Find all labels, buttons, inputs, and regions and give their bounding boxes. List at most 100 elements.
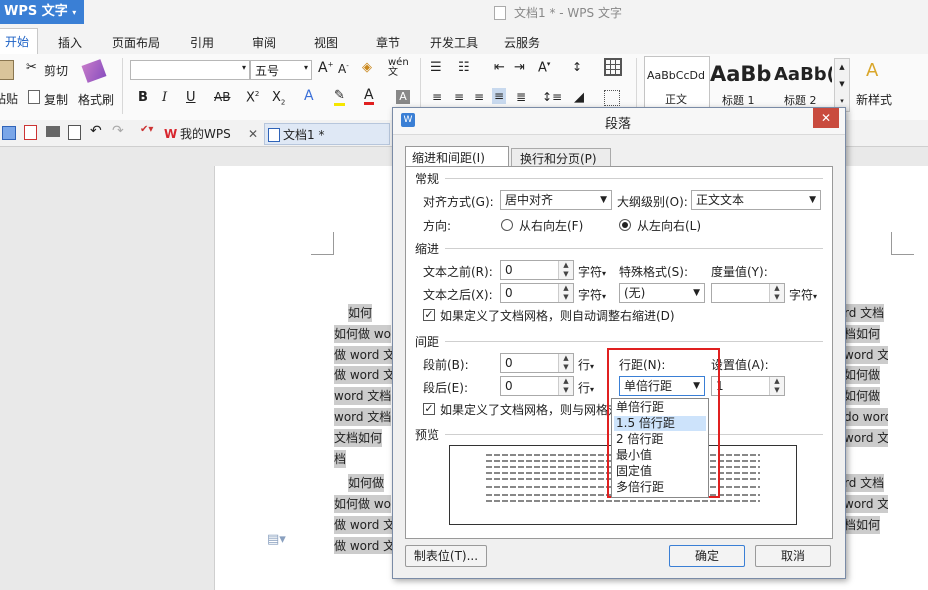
- indent-unit-select[interactable]: 字符▾: [578, 286, 606, 303]
- rtl-radio[interactable]: [501, 219, 513, 231]
- new-style-button[interactable]: 新样式: [856, 91, 892, 108]
- font-name-select[interactable]: ▾: [130, 60, 250, 80]
- wps-app-menu-button[interactable]: WPS 文字 ▾: [0, 0, 84, 24]
- borders-icon[interactable]: [604, 90, 620, 106]
- tab-page-layout[interactable]: 页面布局: [112, 34, 160, 51]
- alignment-select[interactable]: 居中对齐 ▼: [500, 190, 612, 210]
- measure-input[interactable]: ▲ ▼: [711, 283, 785, 303]
- undo-icon[interactable]: ↶: [90, 123, 102, 139]
- rtl-label[interactable]: 从右向左(F): [519, 217, 583, 234]
- italic-icon[interactable]: I: [162, 90, 167, 105]
- line-spacing-option[interactable]: 2 倍行距: [614, 432, 706, 447]
- tab-cloud[interactable]: 云服务: [504, 34, 540, 51]
- special-format-select[interactable]: (无) ▼: [619, 283, 705, 303]
- copy-icon[interactable]: [28, 90, 40, 104]
- copy-button[interactable]: 复制: [44, 91, 68, 108]
- distribute-icon[interactable]: ≣: [516, 90, 526, 104]
- snap-to-grid-checkbox[interactable]: ✓: [423, 403, 435, 415]
- indent-unit-select[interactable]: 字符▾: [578, 263, 606, 280]
- redo-icon[interactable]: ↷: [112, 123, 124, 139]
- snap-to-grid-label[interactable]: 如果定义了文档网格，则与网格对: [440, 401, 620, 418]
- font-color-icon[interactable]: A: [364, 88, 374, 105]
- strikethrough-icon[interactable]: AB: [214, 90, 230, 104]
- clear-format-icon[interactable]: ◈: [362, 60, 372, 75]
- line-spacing-option[interactable]: 最小值: [614, 448, 706, 463]
- new-style-icon[interactable]: A: [866, 60, 878, 81]
- underline-icon[interactable]: U: [186, 90, 196, 105]
- export-pdf-icon[interactable]: [24, 125, 37, 140]
- bullet-list-icon[interactable]: ☰: [430, 60, 442, 75]
- measure-unit-select[interactable]: 字符▾: [789, 286, 817, 303]
- line-spacing-option[interactable]: 1.5 倍行距: [614, 416, 706, 431]
- style-heading-1[interactable]: AaBb 标题 1: [710, 56, 772, 112]
- paste-icon[interactable]: [0, 60, 14, 80]
- spin-icon[interactable]: ▲ ▼: [558, 354, 573, 372]
- style-normal[interactable]: AaBbCcDd 正文: [644, 56, 710, 114]
- tab-my-wps[interactable]: W 我的WPS ✕: [162, 123, 262, 145]
- close-icon[interactable]: ✕: [248, 123, 258, 145]
- scissors-icon[interactable]: ✂: [26, 60, 37, 75]
- numbered-list-icon[interactable]: ☷: [458, 60, 470, 75]
- shrink-font-icon[interactable]: A-: [338, 62, 349, 76]
- increase-indent-icon[interactable]: ⇥: [514, 60, 525, 75]
- align-right-icon[interactable]: ≡: [474, 90, 484, 104]
- font-size-select[interactable]: 五号 ▾: [250, 60, 312, 80]
- tab-references[interactable]: 引用: [190, 34, 214, 51]
- tab-document-1[interactable]: 文档1 *: [264, 123, 390, 145]
- grow-font-icon[interactable]: A+: [318, 60, 333, 76]
- line-spacing-icon[interactable]: ↕≡: [542, 90, 562, 104]
- align-center-icon[interactable]: ≡: [454, 90, 464, 104]
- print-icon[interactable]: [46, 126, 60, 137]
- spin-icon[interactable]: ▲ ▼: [769, 284, 784, 302]
- tab-indent-spacing[interactable]: 缩进和间距(I): [405, 146, 509, 167]
- cut-button[interactable]: 剪切: [44, 62, 68, 79]
- spin-icon[interactable]: ▲ ▼: [558, 284, 573, 302]
- style-heading-2[interactable]: AaBb( 标题 2: [774, 56, 832, 112]
- space-after-input[interactable]: 0 ▲ ▼: [500, 376, 574, 396]
- line-spacing-option[interactable]: 单倍行距: [614, 400, 706, 415]
- table-icon[interactable]: [604, 58, 622, 76]
- line-spacing-option[interactable]: 多倍行距: [614, 480, 706, 495]
- text-effect-icon[interactable]: A: [304, 88, 314, 104]
- tab-developer[interactable]: 开发工具: [430, 34, 478, 51]
- char-shading-icon[interactable]: A: [396, 90, 410, 104]
- spin-icon[interactable]: ▲ ▼: [558, 261, 573, 279]
- styles-scroll[interactable]: ▲ ▼ ▾: [834, 58, 850, 112]
- highlight-icon[interactable]: ✎: [334, 88, 345, 106]
- setting-value-input[interactable]: 1 ▲ ▼: [711, 376, 785, 396]
- decrease-indent-icon[interactable]: ⇤: [494, 60, 505, 75]
- superscript-icon[interactable]: X2: [246, 90, 259, 105]
- sort-icon[interactable]: ↕: [572, 60, 582, 74]
- tab-view[interactable]: 视图: [314, 34, 338, 51]
- ltr-radio[interactable]: [619, 219, 631, 231]
- cancel-button[interactable]: 取消: [755, 545, 831, 567]
- indent-after-input[interactable]: 0 ▲ ▼: [500, 283, 574, 303]
- space-before-input[interactable]: 0 ▲ ▼: [500, 353, 574, 373]
- subscript-icon[interactable]: X2: [272, 90, 285, 107]
- line-spacing-option[interactable]: 固定值: [614, 464, 706, 479]
- format-painter-icon[interactable]: [81, 59, 107, 83]
- change-case-icon[interactable]: A▾: [538, 60, 550, 75]
- tab-insert[interactable]: 插入: [58, 34, 82, 51]
- auto-right-indent-label[interactable]: 如果定义了文档网格，则自动调整右缩进(D): [440, 307, 675, 324]
- indent-before-input[interactable]: 0 ▲ ▼: [500, 260, 574, 280]
- paste-button[interactable]: 粘贴: [0, 90, 18, 107]
- phonetic-icon[interactable]: wén 文: [388, 58, 409, 78]
- outline-level-select[interactable]: 正文文本 ▼: [691, 190, 821, 210]
- align-left-icon[interactable]: ≡: [432, 90, 442, 104]
- space-unit-select[interactable]: 行▾: [578, 356, 594, 373]
- tab-line-page-break[interactable]: 换行和分页(P): [511, 148, 611, 167]
- tab-home[interactable]: 开始: [0, 28, 39, 54]
- spin-icon[interactable]: ▲ ▼: [558, 377, 573, 395]
- page-options-icon[interactable]: ▤▾: [267, 532, 286, 547]
- spin-icon[interactable]: ▲ ▼: [769, 377, 784, 395]
- auto-right-indent-checkbox[interactable]: ✓: [423, 309, 435, 321]
- tab-review[interactable]: 审阅: [252, 34, 276, 51]
- ltr-label[interactable]: 从左向右(L): [637, 217, 701, 234]
- format-painter-button[interactable]: 格式刷: [78, 91, 114, 108]
- justify-icon[interactable]: ≡: [492, 88, 507, 104]
- bold-icon[interactable]: B: [138, 90, 148, 105]
- customize-icon[interactable]: ✔▾: [140, 124, 153, 135]
- save-icon[interactable]: [2, 126, 16, 140]
- tab-chapter[interactable]: 章节: [376, 34, 400, 51]
